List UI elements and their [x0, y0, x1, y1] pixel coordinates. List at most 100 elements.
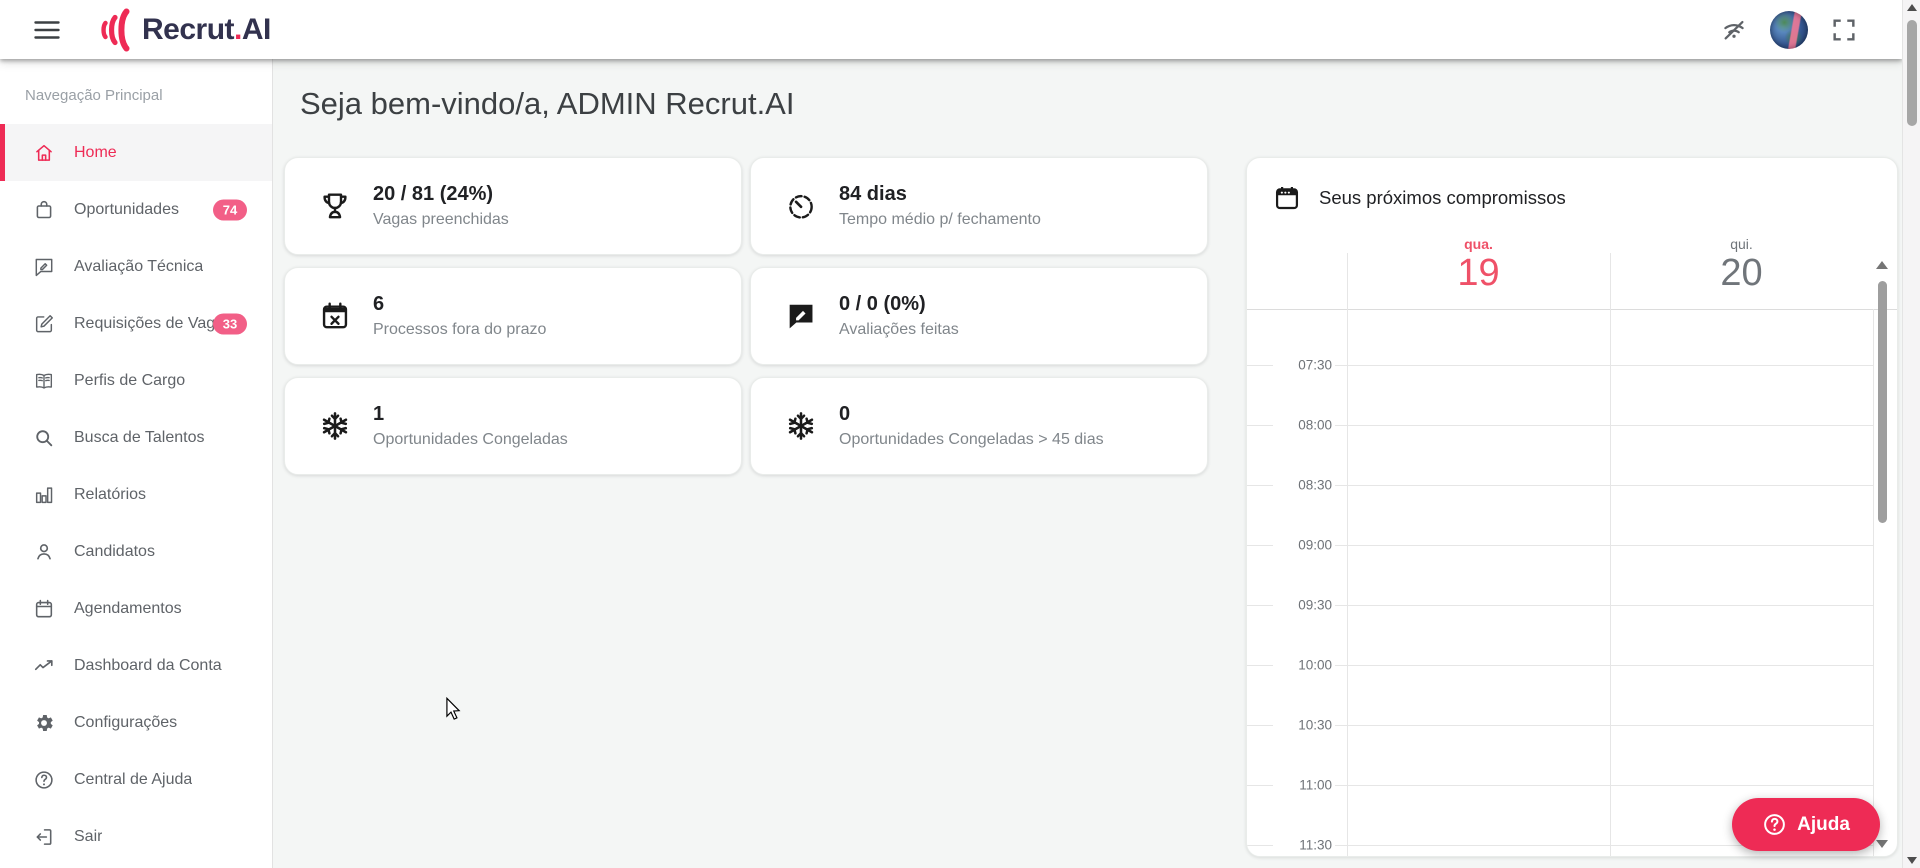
page-scrollbar[interactable] [1902, 0, 1920, 868]
time-label: 10:00 [1273, 655, 1335, 675]
help-circle-icon [1762, 812, 1787, 837]
stat-value: 1 [373, 403, 385, 425]
stat-text: 20 / 81 (24%) Vagas preenchidas [373, 183, 509, 229]
calendar-scrollbar-thumb[interactable] [1878, 281, 1887, 523]
brand-name: Recrut.AI [142, 12, 271, 46]
sidebar-item-label: Sair [74, 827, 103, 845]
help-button[interactable]: Ajuda [1732, 798, 1880, 851]
time-label: 07:30 [1273, 355, 1335, 375]
stat-label: Vagas preenchidas [373, 211, 509, 228]
appointments-panel: Seus próximos compromissos qua. 19 qui. 2… [1246, 157, 1898, 857]
calendar-x-icon [319, 300, 351, 332]
calendar-scrollbar[interactable] [1876, 253, 1889, 850]
calendar-icon [33, 598, 55, 620]
stat-text: 0 / 0 (0%) Avaliações feitas [839, 293, 959, 339]
sidebar-item-perfis-de-cargo[interactable]: Perfis de Cargo [0, 352, 272, 409]
search-icon [33, 427, 55, 449]
time-label: 08:00 [1273, 415, 1335, 435]
stat-card-oportunidades-congeladas: 1 Oportunidades Congeladas [284, 377, 742, 475]
sidebar-item-label: Requisições de Vagas [74, 314, 233, 332]
sidebar-item-sair[interactable]: Sair [0, 808, 272, 865]
hamburger-icon [34, 20, 60, 40]
day-number: 20 [1720, 252, 1763, 294]
edit-icon [33, 313, 55, 335]
time-label: 08:30 [1273, 475, 1335, 495]
stat-card-oportunidades-congeladas-45-dias: 0 Oportunidades Congeladas > 45 dias [750, 377, 1208, 475]
time-label: 09:00 [1273, 535, 1335, 555]
stat-text: 6 Processos fora do prazo [373, 293, 546, 339]
day-number: 19 [1457, 252, 1500, 294]
network-status-icon[interactable] [1720, 16, 1748, 44]
sidebar-item-avaliacao-tecnica[interactable]: Avaliação Técnica [0, 238, 272, 295]
main-content: Seja bem-vindo/a, ADMIN Recrut.AI 20 / 8… [273, 59, 1902, 868]
menu-toggle-button[interactable] [30, 13, 64, 47]
sidebar-item-label: Dashboard da Conta [74, 656, 222, 674]
sidebar-item-label: Candidatos [74, 542, 155, 560]
fullscreen-icon[interactable] [1830, 16, 1858, 44]
sidebar-item-dashboard-da-conta[interactable]: Dashboard da Conta [0, 637, 272, 694]
chart-icon [33, 484, 55, 506]
stat-value: 20 / 81 (24%) [373, 183, 494, 205]
help-button-label: Ajuda [1797, 813, 1850, 835]
stat-value: 0 [839, 403, 851, 425]
avatar[interactable] [1770, 10, 1808, 49]
app-root: Navegação Principal Home Oportunidades 74… [0, 0, 1920, 868]
home-icon [33, 142, 55, 164]
topbar: Recrut.AI [0, 0, 1902, 59]
sidebar-item-home[interactable]: Home [0, 124, 272, 181]
calendar-day-header-20[interactable]: qui. 20 [1610, 236, 1873, 308]
stat-text: 1 Oportunidades Congeladas [373, 403, 568, 449]
stat-label: Oportunidades Congeladas > 45 dias [839, 431, 1104, 448]
brand-logo[interactable]: Recrut.AI [96, 0, 271, 59]
day-of-week: qui. [1730, 236, 1753, 252]
sidebar-item-oportunidades[interactable]: Oportunidades 74 [0, 181, 272, 238]
review-icon [33, 256, 55, 278]
sidebar-item-busca-de-talentos[interactable]: Busca de Talentos [0, 409, 272, 466]
stat-value: 84 dias [839, 183, 907, 205]
calendar-event-icon [1273, 184, 1301, 212]
stat-label: Tempo médio p/ fechamento [839, 211, 1041, 228]
appointments-header: Seus próximos compromissos [1273, 184, 1566, 212]
stat-label: Oportunidades Congeladas [373, 431, 568, 448]
time-label: 10:30 [1273, 715, 1335, 735]
stat-card-vagas-preenchidas: 20 / 81 (24%) Vagas preenchidas [284, 157, 742, 255]
time-label: 09:30 [1273, 595, 1335, 615]
time-label: 11:00 [1273, 775, 1335, 795]
scroll-down-icon[interactable] [1876, 840, 1888, 848]
review-filled-icon [785, 300, 817, 332]
page-scrollbar-thumb[interactable] [1907, 20, 1917, 126]
page-title: Seja bem-vindo/a, ADMIN Recrut.AI [300, 86, 795, 121]
sidebar-item-agendamentos[interactable]: Agendamentos [0, 580, 272, 637]
sidebar-item-label: Relatórios [74, 485, 147, 503]
sidebar-item-requisicoes-de-vagas[interactable]: Requisições de Vagas 33 [0, 295, 272, 352]
time-label: 11:30 [1273, 835, 1335, 855]
calendar-day-column-19[interactable] [1347, 309, 1610, 856]
panel-title: Seus próximos compromissos [1319, 187, 1566, 208]
snowflake-icon [319, 410, 351, 442]
stat-text: 84 dias Tempo médio p/ fechamento [839, 183, 1041, 229]
calendar-day-column-20[interactable] [1610, 309, 1873, 856]
scrollbar-up-icon[interactable] [1907, 4, 1917, 11]
sidebar-item-label: Agendamentos [74, 599, 182, 617]
sidebar-item-configuracoes[interactable]: Configurações [0, 694, 272, 751]
count-badge: 74 [213, 199, 247, 220]
scroll-up-icon[interactable] [1876, 261, 1888, 269]
stat-label: Avaliações feitas [839, 321, 959, 338]
trophy-icon [319, 190, 351, 222]
person-icon [33, 541, 55, 563]
help-icon [33, 769, 55, 791]
sidebar-item-central-de-ajuda[interactable]: Central de Ajuda [0, 751, 272, 808]
sidebar-item-relatorios[interactable]: Relatórios [0, 466, 272, 523]
sidebar-section-label: Navegação Principal [25, 87, 163, 104]
grid-right-edge [1873, 309, 1874, 856]
sidebar-item-label: Oportunidades [74, 200, 179, 218]
calendar-day-header-19[interactable]: qua. 19 [1347, 236, 1610, 308]
sidebar-item-label: Home [74, 143, 117, 161]
logout-icon [33, 826, 55, 848]
stat-card-avaliacoes-feitas: 0 / 0 (0%) Avaliações feitas [750, 267, 1208, 365]
sidebar-item-label: Avaliação Técnica [74, 257, 204, 275]
stat-card-processos-fora-do-prazo: 6 Processos fora do prazo [284, 267, 742, 365]
book-icon [33, 370, 55, 392]
sidebar-item-candidatos[interactable]: Candidatos [0, 523, 272, 580]
scrollbar-down-icon[interactable] [1907, 857, 1917, 864]
